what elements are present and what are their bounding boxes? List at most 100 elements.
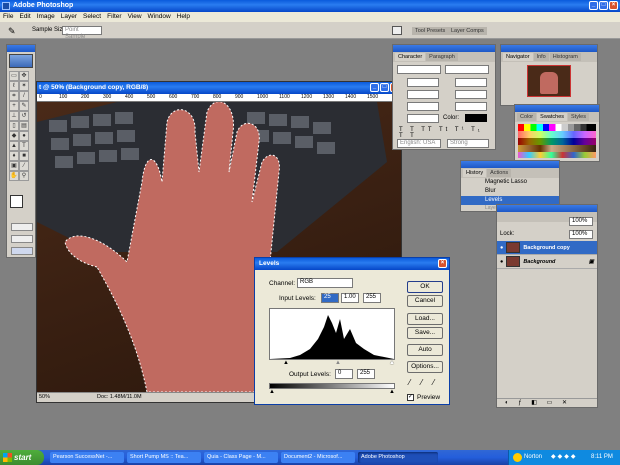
tab-layer-comps[interactable]: Layer Comps [448,27,487,35]
pen-tool-icon[interactable]: ♦ [9,151,19,161]
tab-styles[interactable]: Styles [568,113,589,121]
swatch-grid[interactable] [518,124,596,158]
layers-footer-icons[interactable]: ◐ ƒ ◧ ▭ ✕ [497,398,597,407]
leading-field[interactable] [455,78,487,87]
taskbar-item[interactable]: Pearson SuccessNet -... [50,452,124,463]
font-size-field[interactable] [407,78,439,87]
maximize-button[interactable]: □ [599,1,608,10]
baseline-shift-field[interactable] [407,114,439,123]
eyedropper-icon[interactable]: ✎ [8,26,16,37]
path-selection-icon[interactable]: ▲ [9,141,19,151]
magic-wand-icon[interactable]: ✶ [19,81,29,91]
white-eyedropper-icon[interactable]: ⁄ [433,378,434,387]
menu-view[interactable]: View [128,12,142,22]
doc-maximize-button[interactable]: □ [380,83,389,92]
input-gamma-field[interactable]: 1.00 [341,293,359,303]
eyedropper-tool-icon[interactable]: ⁄ [19,161,29,171]
input-sliders[interactable]: ▲ ▲ ▲ [269,360,395,366]
tab-swatches[interactable]: Swatches [537,113,568,121]
tracking-field[interactable] [455,90,487,99]
taskbar-item[interactable]: Short Pump MS :: Tea... [127,452,201,463]
tab-tool-presets[interactable]: Tool Presets [412,27,449,35]
tab-histogram[interactable]: Histogram [549,53,581,61]
menu-edit[interactable]: Edit [19,12,30,22]
preview-checkbox[interactable]: ✓ [407,394,414,401]
notes-tool-icon[interactable]: ▣ [9,161,19,171]
taskbar-item-active[interactable]: Adobe Photoshop [358,452,438,463]
screen-mode-icon[interactable] [11,235,33,243]
kerning-field[interactable] [407,90,439,99]
eye-icon[interactable]: ● [500,245,503,251]
layer-row[interactable]: ● Background ▣ [497,255,597,269]
history-item[interactable]: Magnetic Lasso [461,178,559,187]
menu-select[interactable]: Select [83,12,101,22]
doc-minimize-button[interactable]: _ [370,83,379,92]
taskbar-item[interactable]: Document2 - Microsof... [281,452,355,463]
tab-info[interactable]: Info [533,53,549,61]
minimize-button[interactable]: _ [589,1,598,10]
tab-actions[interactable]: Actions [487,169,512,177]
slice-tool-icon[interactable]: / [19,91,29,101]
output-white-field[interactable]: 255 [357,369,375,379]
black-eyedropper-icon[interactable]: ⁄ [409,378,410,387]
opacity-field[interactable]: 100% [569,217,593,226]
taskbar-item[interactable]: Quia - Class Page - M... [204,452,278,463]
levels-close-button[interactable]: × [438,259,447,268]
shape-tool-icon[interactable]: ■ [19,151,29,161]
horizontal-scale-field[interactable] [455,102,487,111]
tab-paragraph[interactable]: Paragraph [426,53,458,61]
start-button[interactable]: start [0,450,44,465]
input-white-field[interactable]: 255 [363,293,381,303]
text-color-swatch[interactable] [465,114,487,122]
dodge-tool-icon[interactable]: ● [19,131,29,141]
options-button[interactable]: Options... [407,361,443,373]
palette-well-icon[interactable] [392,26,402,35]
anti-alias-select[interactable]: Strong [447,139,489,148]
menu-window[interactable]: Window [148,12,171,22]
brush-tool-icon[interactable]: ✎ [19,101,29,111]
lasso-tool-icon[interactable]: ℓ [9,81,19,91]
menu-file[interactable]: File [3,12,13,22]
ok-button[interactable]: OK [407,281,443,293]
tray-icons[interactable]: ◆◆◆◆ [551,450,577,465]
history-item[interactable]: Blur [461,187,559,196]
blur-tool-icon[interactable]: ◆ [9,131,19,141]
menu-filter[interactable]: Filter [107,12,121,22]
fill-field[interactable]: 100% [569,230,593,239]
output-black-field[interactable]: 0 [335,369,353,379]
healing-brush-icon[interactable]: + [9,101,19,111]
jump-to-imageready-icon[interactable] [11,247,33,255]
channel-select[interactable]: RGB [297,278,353,288]
gray-eyedropper-icon[interactable]: ⁄ [421,378,422,387]
tab-navigator[interactable]: Navigator [503,53,533,61]
font-style-field[interactable] [445,65,489,74]
history-brush-icon[interactable]: ↺ [19,111,29,121]
load-button[interactable]: Load... [407,313,443,325]
save-button[interactable]: Save... [407,327,443,339]
zoom-tool-icon[interactable]: ⚲ [19,171,29,181]
norton-icon[interactable] [513,453,522,462]
text-style-buttons[interactable]: T T TT Tt T¹ T₁ T T [399,127,489,139]
marquee-tool-icon[interactable]: ▭ [9,71,19,81]
eye-icon[interactable]: ● [500,259,503,265]
hand-tool-icon[interactable]: ✋ [9,171,19,181]
font-family-field[interactable] [397,65,441,74]
tab-color[interactable]: Color [517,113,537,121]
stamp-tool-icon[interactable]: ⊥ [9,111,19,121]
input-black-field[interactable]: 25 [321,293,339,303]
eraser-tool-icon[interactable]: ▯ [9,121,19,131]
menu-layer[interactable]: Layer [61,12,77,22]
menu-image[interactable]: Image [37,12,55,22]
menu-help[interactable]: Help [177,12,190,22]
tab-history[interactable]: History [463,169,487,177]
gradient-tool-icon[interactable]: ▤ [19,121,29,131]
cancel-button[interactable]: Cancel [407,295,443,307]
quickmask-icon[interactable] [11,223,33,231]
foreground-color-swatch[interactable] [10,195,23,208]
vertical-scale-field[interactable] [407,102,439,111]
sample-size-select[interactable]: Point Sample [62,26,102,40]
close-button[interactable]: × [609,1,618,10]
output-sliders[interactable]: ▲ ▲ [269,389,395,395]
crop-tool-icon[interactable]: ⌗ [9,91,19,101]
move-tool-icon[interactable]: ✥ [19,71,29,81]
